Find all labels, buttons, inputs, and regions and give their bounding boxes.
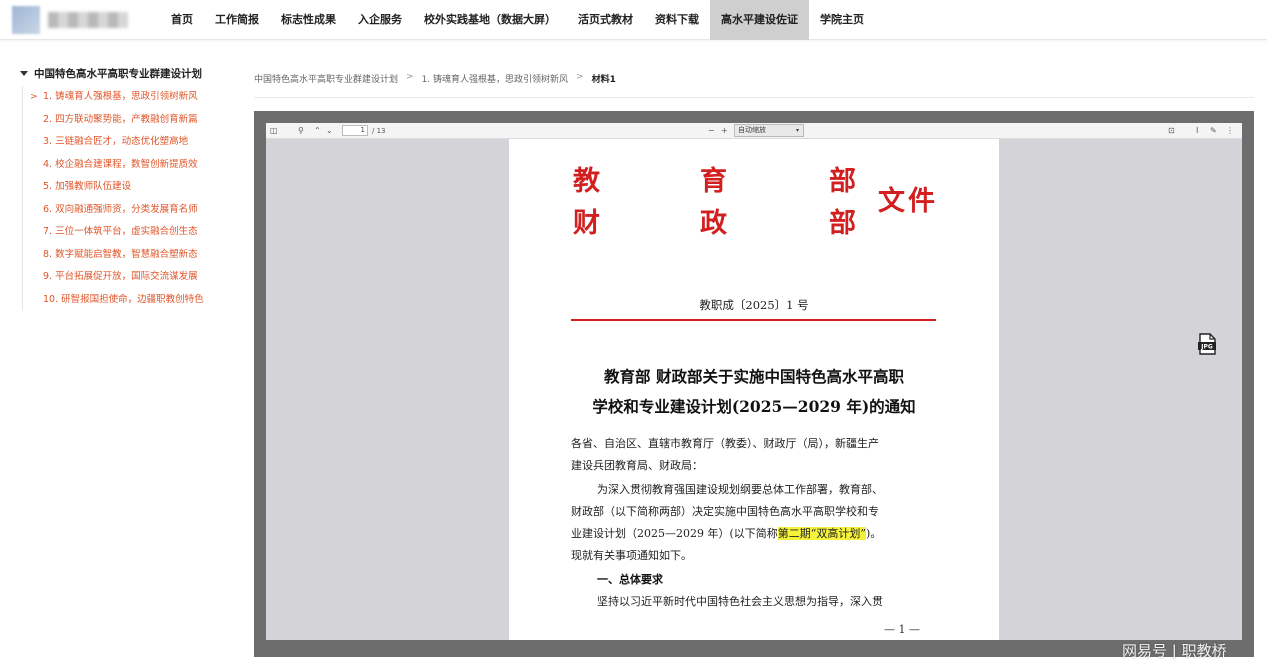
addressee-line: 各省、自治区、直辖市教育厅（教委）、财政厅（局），新疆生产 bbox=[571, 437, 879, 450]
highlighted-text: 第二期“双高计划” bbox=[777, 527, 867, 540]
sidebar-item[interactable]: 6. 双向融通强师资，分类发展育名师 bbox=[23, 199, 222, 222]
header-char: 部 bbox=[829, 166, 856, 197]
sidebar-toggle-icon[interactable]: ◫ bbox=[270, 125, 278, 137]
sidebar-item-label: 10. 研智报国担使命，边疆职教创特色 bbox=[43, 293, 204, 305]
document-title-line: 教育部 财政部关于实施中国特色高水平高职 bbox=[604, 367, 904, 386]
sidebar-item[interactable]: 8. 数字赋能启智教，智慧融合塑新态 bbox=[23, 244, 222, 267]
section-heading: 一、总体要求 bbox=[597, 573, 663, 586]
body-line: 现就有关事项通知如下。 bbox=[571, 549, 692, 562]
site-logo[interactable] bbox=[12, 6, 130, 34]
chevron-right-icon: > bbox=[30, 92, 38, 102]
sidebar-item[interactable]: 9. 平台拓展促开放，国际交流谋发展 bbox=[23, 266, 222, 289]
body-line: 坚持以习近平新时代中国特色社会主义思想为指导，深入贯 bbox=[597, 595, 883, 608]
breadcrumb: 中国特色高水平高职专业群建设计划 >1. 铸魂育人强根基，思政引领树新风 > 材料1 bbox=[254, 72, 1254, 98]
body-text: 业建设计划（2025—2029 年）(以下简称 bbox=[571, 527, 778, 540]
pdf-viewer: ◫ ⚲ ⌃ ⌄ 1 / 13 − + 自动缩放 ▾ ⊡ I ✎ ⋮ 教 育 部 财… bbox=[254, 111, 1254, 657]
more-tools-icon[interactable]: ⋮ bbox=[1226, 125, 1234, 137]
zoom-select[interactable]: 自动缩放 ▾ bbox=[734, 124, 804, 137]
nav-item-high-level-evidence[interactable]: 高水平建设佐证 bbox=[710, 0, 809, 40]
zoom-in-icon[interactable]: + bbox=[721, 125, 728, 137]
sidebar-item-label: 1. 铸魂育人强根基，思政引领树新风 bbox=[43, 91, 198, 102]
breadcrumb-separator-icon: > bbox=[576, 72, 584, 82]
breadcrumb-link-section[interactable]: 1. 铸魂育人强根基，思政引领树新风 bbox=[422, 72, 568, 85]
breadcrumb-link-program[interactable]: 中国特色高水平高职专业群建设计划 bbox=[254, 72, 398, 85]
breadcrumb-current: 材料1 bbox=[591, 75, 616, 85]
nav-item-college-home[interactable]: 学院主页 bbox=[809, 0, 875, 40]
body-text: )。 bbox=[866, 527, 882, 540]
top-navigation-bar: 首页 工作简报 标志性成果 入企服务 校外实践基地（数据大屏） 活页式教材 资料… bbox=[0, 0, 1267, 40]
sidebar-item-label: 2. 四方联动聚势能，产教融创育新篇 bbox=[43, 113, 198, 125]
header-char: 育 bbox=[700, 166, 727, 197]
watermark: 网易号 | 职教桥 bbox=[1122, 642, 1227, 660]
sidebar-item[interactable]: 5. 加强教师队伍建设 bbox=[23, 176, 222, 199]
zoom-select-value: 自动缩放 bbox=[738, 126, 766, 134]
sidebar-item-label: 9. 平台拓展促开放，国际交流谋发展 bbox=[43, 271, 198, 282]
sidebar-item-label: 8. 数字赋能启智教，智慧融合塑新态 bbox=[43, 248, 198, 260]
sidebar-group-title[interactable]: 中国特色高水平高职专业群建设计划 bbox=[20, 66, 202, 81]
page-number-input[interactable]: 1 bbox=[342, 125, 368, 136]
sidebar-item[interactable]: 2. 四方联动聚势能，产教融创育新篇 bbox=[23, 109, 222, 132]
nav-item-practice-base[interactable]: 校外实践基地（数据大屏） bbox=[413, 0, 567, 40]
sidebar-item[interactable]: 4. 校企融合建课程，数智创新提质效 bbox=[23, 154, 222, 177]
breadcrumb-separator-icon: > bbox=[406, 72, 414, 82]
header-char: 政 bbox=[700, 208, 727, 239]
sidebar-item-label: 3. 三链融合匠才，动态优化塑高地 bbox=[43, 136, 189, 147]
main-nav: 首页 工作简报 标志性成果 入企服务 校外实践基地（数据大屏） 活页式教材 资料… bbox=[160, 0, 875, 40]
sidebar-item[interactable]: >1. 铸魂育人强根基，思政引领树新风 bbox=[23, 86, 222, 109]
page-number-footer: — 1 — bbox=[884, 623, 920, 636]
jpg-file-icon[interactable]: JPG bbox=[1198, 333, 1216, 355]
logo-emblem bbox=[12, 6, 40, 34]
sidebar-item-label: 6. 双向融通强师资，分类发展育名师 bbox=[43, 203, 198, 215]
annotation-icon[interactable]: ⊡ bbox=[1168, 125, 1175, 137]
sidebar-item-label: 7. 三位一体筑平台，虚实融合创生态 bbox=[43, 226, 198, 237]
body-line: 为深入贯彻教育强国建设规划纲要总体工作部署，教育部、 bbox=[597, 483, 883, 496]
sidebar-item[interactable]: 10. 研智报国担使命，边疆职教创特色 bbox=[23, 289, 222, 312]
text-tool-icon[interactable]: I bbox=[1196, 125, 1198, 137]
nav-item-enterprise-service[interactable]: 入企服务 bbox=[347, 0, 413, 40]
document-number: 教职成〔2025〕1 号 bbox=[699, 298, 809, 312]
next-page-icon[interactable]: ⌄ bbox=[326, 125, 333, 137]
nav-item-home[interactable]: 首页 bbox=[160, 0, 204, 40]
red-divider bbox=[571, 319, 936, 321]
nav-item-work-briefing[interactable]: 工作简报 bbox=[204, 0, 270, 40]
sidebar-item[interactable]: 7. 三位一体筑平台，虚实融合创生态 bbox=[23, 221, 222, 244]
sidebar-item[interactable]: 3. 三链融合匠才，动态优化塑高地 bbox=[23, 131, 222, 154]
nav-item-landmark-results[interactable]: 标志性成果 bbox=[270, 0, 347, 40]
nav-item-downloads[interactable]: 资料下载 bbox=[644, 0, 710, 40]
search-icon[interactable]: ⚲ bbox=[298, 125, 304, 137]
header-suffix: 文件 bbox=[878, 186, 938, 217]
page-total: / 13 bbox=[372, 127, 386, 135]
header-char: 教 bbox=[573, 166, 600, 197]
pdf-canvas[interactable]: 教 育 部 财 政 部 文件 教职成〔2025〕1 号 教育部 财政部关于实施中… bbox=[266, 139, 1242, 640]
logo-text-blurred bbox=[48, 12, 128, 28]
sidebar-title-label: 中国特色高水平高职专业群建设计划 bbox=[34, 68, 202, 80]
pdf-page: 教 育 部 财 政 部 文件 教职成〔2025〕1 号 教育部 财政部关于实施中… bbox=[509, 139, 999, 640]
document-title-line: 学校和专业建设计划(2025—2029 年)的通知 bbox=[592, 397, 916, 416]
previous-page-icon[interactable]: ⌃ bbox=[314, 125, 321, 137]
draw-pen-icon[interactable]: ✎ bbox=[1210, 125, 1217, 137]
body-line: 业建设计划（2025—2029 年）(以下简称第二期“双高计划”)。 bbox=[571, 523, 941, 545]
caret-down-icon bbox=[20, 71, 28, 76]
sidebar-item-label: 5. 加强教师队伍建设 bbox=[43, 181, 132, 192]
sidebar-item-label: 4. 校企融合建课程，数智创新提质效 bbox=[43, 158, 198, 170]
svg-text:JPG: JPG bbox=[1200, 344, 1213, 351]
body-line: 财政部（以下简称两部）决定实施中国特色高水平高职学校和专 bbox=[571, 505, 879, 518]
sidebar-list: >1. 铸魂育人强根基，思政引领树新风 2. 四方联动聚势能，产教融创育新篇 3… bbox=[22, 86, 222, 311]
pdf-toolbar: ◫ ⚲ ⌃ ⌄ 1 / 13 − + 自动缩放 ▾ ⊡ I ✎ ⋮ bbox=[266, 123, 1242, 139]
header-char: 财 bbox=[573, 208, 600, 239]
header-char: 部 bbox=[829, 208, 856, 239]
zoom-out-icon[interactable]: − bbox=[708, 125, 715, 137]
addressee-line: 建设兵团教育局、财政局： bbox=[571, 459, 703, 472]
nav-item-loose-leaf-textbook[interactable]: 活页式教材 bbox=[567, 0, 644, 40]
chevron-down-icon: ▾ bbox=[795, 127, 799, 134]
